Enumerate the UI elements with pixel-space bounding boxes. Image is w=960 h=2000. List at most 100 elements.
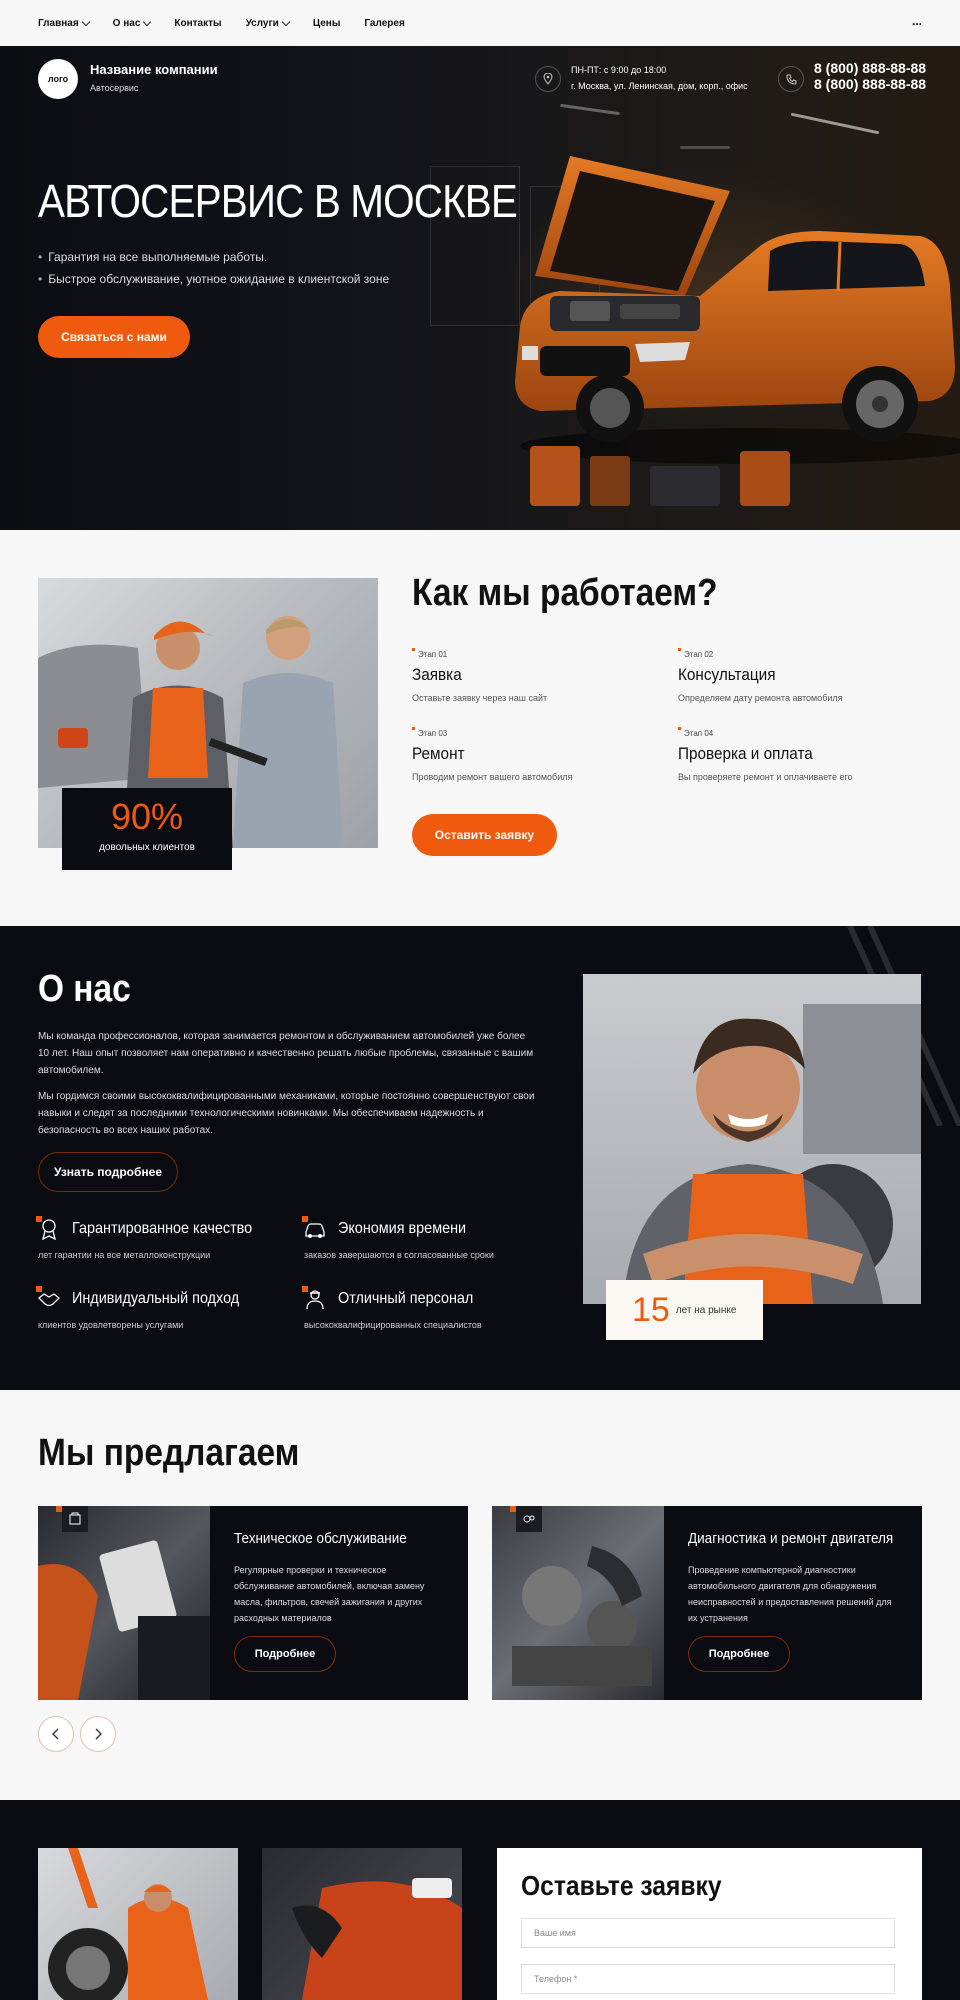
- engine-icon: [510, 1506, 542, 1532]
- medal-icon: [36, 1216, 60, 1241]
- top-navigation: Главная О нас Контакты Услуги Цены Галер…: [0, 0, 960, 46]
- form-title: Оставьте заявку: [521, 1870, 722, 1901]
- hero-title: АВТОСЕРВИС В МОСКВЕ: [38, 175, 518, 227]
- nav-item-gallery[interactable]: Галерея: [364, 18, 404, 29]
- service-description: Регулярные проверки и техническое обслуж…: [234, 1565, 425, 1623]
- learn-more-button[interactable]: Узнать подробнее: [38, 1152, 178, 1192]
- request-form-section: Оставьте заявку: [0, 1800, 960, 2000]
- ceiling-lamp: [560, 103, 620, 116]
- more-menu-button[interactable]: ...: [912, 14, 922, 28]
- chevron-left-icon: [52, 1728, 59, 1740]
- ceiling-lamp: [790, 112, 880, 135]
- feature-name: Индивидуальный подход: [72, 1290, 240, 1307]
- nav-item-home[interactable]: Главная: [38, 17, 90, 29]
- step-description: Вы проверяете ремонт и оплачиваете его: [678, 772, 853, 782]
- years-label: лет на рынке: [675, 1304, 737, 1316]
- step-description: Оставьте заявку через наш сайт: [412, 693, 548, 703]
- chevron-right-icon: [95, 1728, 102, 1740]
- contact-us-button[interactable]: Связаться с нами: [38, 316, 190, 358]
- chevron-down-icon: [143, 17, 152, 26]
- service-description: Проведение компьютерной диагностики авто…: [688, 1565, 892, 1623]
- hero-bullet: Гарантия на все выполняемые работы.: [38, 250, 267, 264]
- hero-bullet: Быстрое обслуживание, уютное ожидание в …: [38, 272, 389, 286]
- floor-tools-illustration: [530, 446, 790, 506]
- service-card[interactable]: Диагностика и ремонт двигателя Проведени…: [492, 1506, 922, 1700]
- step-number: Этап 02: [678, 648, 928, 659]
- slider-next-button[interactable]: [80, 1716, 116, 1752]
- section-title: Как мы работаем?: [412, 572, 718, 614]
- satisfied-clients-box: 90% довольных клиентов: [62, 788, 232, 870]
- chevron-down-icon: [281, 17, 291, 26]
- service-details-button[interactable]: Подробнее: [688, 1636, 790, 1672]
- nav-item-services[interactable]: Услуги: [245, 17, 291, 29]
- phone-link[interactable]: 8 (800) 888-88-88: [814, 76, 926, 92]
- service-details-button[interactable]: Подробнее: [234, 1636, 336, 1672]
- step-item: Этап 04 Проверка и оплата Вы проверяете …: [678, 727, 928, 782]
- slider-prev-button[interactable]: [38, 1716, 74, 1752]
- leave-request-button[interactable]: Оставить заявку: [412, 814, 557, 856]
- feature-name: Экономия времени: [338, 1220, 467, 1237]
- worker-icon: [302, 1286, 326, 1310]
- offers-section: Мы предлагаем Техническое обслуживание Р…: [0, 1390, 960, 1800]
- service-card[interactable]: Техническое обслуживание Регулярные пров…: [38, 1506, 468, 1700]
- service-title: Техническое обслуживание: [234, 1530, 407, 1547]
- phone-numbers: 8 (800) 888-88-88 8 (800) 888-88-88: [814, 60, 926, 92]
- step-item: Этап 02 Консультация Определяем дату рем…: [678, 648, 928, 703]
- feature-description: клиентов удовлетворены услугами: [38, 1320, 184, 1330]
- hero-section: лого Название компании Автосервис ПН-ПТ:…: [0, 46, 960, 530]
- step-item: Этап 01 Заявка Оставьте заявку через наш…: [412, 648, 662, 703]
- chevron-down-icon: [81, 17, 90, 26]
- address-text: г. Москва, ул. Ленинская, дом, корп., оф…: [571, 81, 748, 91]
- company-logo[interactable]: лого: [38, 59, 78, 99]
- step-name: Проверка и оплата: [678, 744, 813, 763]
- step-name: Заявка: [412, 665, 462, 684]
- nav-item-label: О нас: [112, 17, 141, 29]
- location-icon: [535, 66, 561, 92]
- phone-input[interactable]: [521, 1964, 895, 1994]
- smiling-mechanic-photo: [583, 974, 921, 1304]
- section-title: Мы предлагаем: [38, 1432, 300, 1474]
- about-paragraph: Мы команда профессионалов, которая заним…: [38, 1031, 534, 1076]
- step-description: Проводим ремонт вашего автомобиля: [412, 772, 573, 782]
- nav-item-label: Услуги: [245, 17, 279, 29]
- nav-item-prices[interactable]: Цены: [313, 18, 341, 29]
- service-card-image: [492, 1506, 664, 1700]
- service-icon: [56, 1506, 88, 1532]
- feature-description: лет гарантии на все металлоконструкции: [38, 1250, 211, 1260]
- step-name: Ремонт: [412, 744, 465, 763]
- step-number: Этап 04: [678, 727, 928, 738]
- step-number: Этап 03: [412, 727, 662, 738]
- about-paragraph: Мы гордимся своими высококвалифицированн…: [38, 1091, 535, 1136]
- step-name: Консультация: [678, 665, 776, 684]
- step-number: Этап 01: [412, 648, 662, 659]
- feature-description: высококвалифицированных специалистов: [304, 1320, 482, 1330]
- satisfied-percent: 90%: [110, 796, 184, 837]
- satisfied-label: довольных клиентов: [99, 842, 195, 853]
- years-number: 15: [632, 1290, 670, 1329]
- mechanic-wheel-photo: [38, 1848, 238, 2000]
- working-hours: ПН-ПТ: с 9:00 до 18:00 г. Москва, ул. Ле…: [571, 62, 748, 94]
- step-description: Определяем дату ремонта автомобиля: [678, 693, 843, 703]
- nav-item-label: Цены: [312, 17, 341, 29]
- name-input[interactable]: [521, 1918, 895, 1948]
- step-item: Этап 03 Ремонт Проводим ремонт вашего ав…: [412, 727, 662, 782]
- how-we-work-section: 90% довольных клиентов Как мы работаем? …: [0, 530, 960, 926]
- phone-link[interactable]: 8 (800) 888-88-88: [814, 60, 926, 76]
- service-card-image: [38, 1506, 210, 1700]
- car-icon: [302, 1216, 326, 1240]
- car-detailing-photo: [262, 1848, 462, 2000]
- hours-text: ПН-ПТ: с 9:00 до 18:00: [571, 65, 667, 75]
- nav-item-contacts[interactable]: Контакты: [174, 18, 221, 29]
- nav-item-about[interactable]: О нас: [112, 17, 152, 29]
- handshake-icon: [36, 1286, 60, 1310]
- feature-description: заказов завершаются в согласованные срок…: [304, 1250, 494, 1260]
- company-subtitle: Автосервис: [90, 83, 139, 93]
- service-title: Диагностика и ремонт двигателя: [688, 1530, 894, 1547]
- feature-name: Гарантированное качество: [72, 1220, 253, 1237]
- nav-item-label: Главная: [38, 17, 79, 29]
- feature-name: Отличный персонал: [338, 1290, 474, 1307]
- company-name: Название компании: [90, 62, 218, 77]
- about-section: О нас Мы команда профессионалов, которая…: [0, 926, 960, 1390]
- phone-icon: [778, 66, 804, 92]
- section-title: О нас: [38, 968, 131, 1010]
